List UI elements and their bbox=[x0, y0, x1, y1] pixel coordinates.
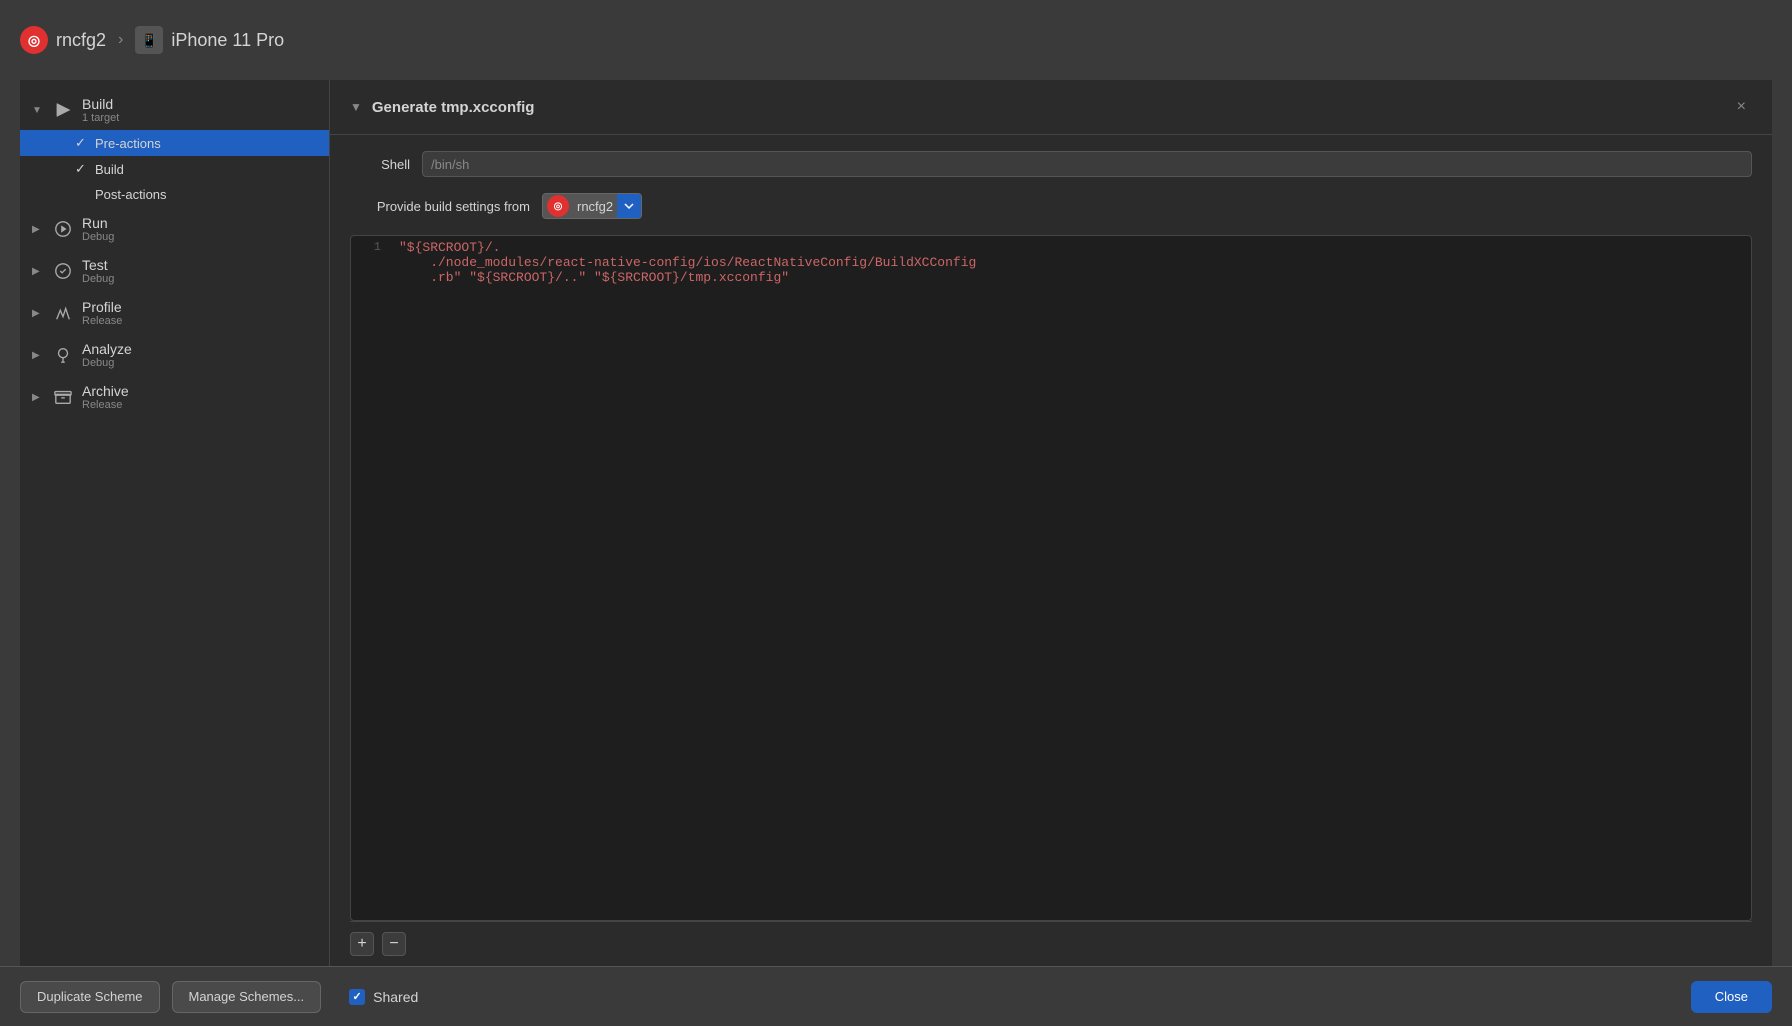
sidebar-item-test[interactable]: ▶ Test Debug bbox=[20, 251, 329, 291]
run-text: Run Debug bbox=[82, 215, 114, 243]
shared-label: Shared bbox=[373, 989, 418, 1005]
provide-label: Provide build settings from bbox=[350, 199, 530, 214]
main-area: ▼ Build 1 target ✓ Pre-actions bbox=[20, 80, 1772, 966]
code-content-1: "${SRCROOT}/. ./node_modules/react-nativ… bbox=[391, 236, 1751, 289]
project-icon: ◎ bbox=[20, 26, 48, 54]
analyze-text: Analyze Debug bbox=[82, 341, 132, 369]
archive-subtitle: Release bbox=[82, 399, 129, 411]
sidebar-item-profile[interactable]: ▶ Profile Release bbox=[20, 293, 329, 333]
shell-label: Shell bbox=[350, 157, 410, 172]
sidebar-group-profile: ▶ Profile Release bbox=[20, 293, 329, 333]
profile-icon bbox=[52, 302, 74, 324]
panel-title: Generate tmp.xcconfig bbox=[372, 99, 1721, 116]
sidebar-item-archive[interactable]: ▶ Archive Release bbox=[20, 377, 329, 417]
close-button[interactable]: Close bbox=[1691, 981, 1772, 1013]
sidebar-subitem-pre-actions[interactable]: ✓ Pre-actions bbox=[20, 130, 329, 156]
analyze-icon bbox=[52, 344, 74, 366]
collapse-arrow-run: ▶ bbox=[32, 224, 44, 235]
sidebar-item-run[interactable]: ▶ Run Debug bbox=[20, 209, 329, 249]
analyze-subtitle: Debug bbox=[82, 357, 132, 369]
panel-form: Shell Provide build settings from ◎ rncf… bbox=[330, 135, 1772, 235]
sidebar-item-analyze[interactable]: ▶ Analyze Debug bbox=[20, 335, 329, 375]
device-icon: 📱 bbox=[135, 26, 163, 54]
panel-close-button[interactable]: × bbox=[1731, 96, 1752, 118]
sidebar-subitem-post-actions[interactable]: Post-actions bbox=[20, 182, 329, 207]
sidebar-item-build[interactable]: ▼ Build 1 target bbox=[20, 90, 329, 130]
test-subtitle: Debug bbox=[82, 273, 114, 285]
sidebar-group-build: ▼ Build 1 target ✓ Pre-actions bbox=[20, 90, 329, 207]
post-actions-label: Post-actions bbox=[95, 187, 167, 202]
profile-subtitle: Release bbox=[82, 315, 122, 327]
project-name: rncfg2 bbox=[56, 30, 106, 51]
sidebar-group-test: ▶ Test Debug bbox=[20, 251, 329, 291]
shell-row: Shell bbox=[350, 151, 1752, 177]
sidebar-group-analyze: ▶ Analyze Debug bbox=[20, 335, 329, 375]
build-icon bbox=[52, 99, 74, 121]
build-subtitle: 1 target bbox=[82, 112, 119, 124]
content-panel: ▼ Generate tmp.xcconfig × Shell Provide … bbox=[330, 80, 1772, 966]
sidebar: ▼ Build 1 target ✓ Pre-actions bbox=[20, 80, 330, 966]
run-subtitle: Debug bbox=[82, 231, 114, 243]
build-text: Build 1 target bbox=[82, 96, 119, 124]
line-number-1: 1 bbox=[351, 236, 391, 258]
profile-title: Profile bbox=[82, 299, 122, 315]
test-text: Test Debug bbox=[82, 257, 114, 285]
shell-input[interactable] bbox=[422, 151, 1752, 177]
duplicate-scheme-button[interactable]: Duplicate Scheme bbox=[20, 981, 160, 1013]
code-editor[interactable]: 1 "${SRCROOT}/. ./node_modules/react-nat… bbox=[350, 235, 1752, 921]
sidebar-group-archive: ▶ Archive Release bbox=[20, 377, 329, 417]
build-subitem-label: Build bbox=[95, 162, 124, 177]
build-checkmark: ✓ bbox=[75, 161, 89, 177]
pre-actions-label: Pre-actions bbox=[95, 136, 161, 151]
collapse-arrow-test: ▶ bbox=[32, 266, 44, 277]
collapse-arrow-analyze: ▶ bbox=[32, 350, 44, 361]
code-line-1: 1 "${SRCROOT}/. ./node_modules/react-nat… bbox=[351, 236, 1751, 289]
profile-text: Profile Release bbox=[82, 299, 122, 327]
device-name: iPhone 11 Pro bbox=[171, 30, 284, 51]
top-bar: ◎ rncfg2 › 📱 iPhone 11 Pro bbox=[0, 0, 1792, 80]
sidebar-group-run: ▶ Run Debug bbox=[20, 209, 329, 249]
bottom-bar: Duplicate Scheme Manage Schemes... Share… bbox=[0, 966, 1792, 1026]
breadcrumb-chevron: › bbox=[118, 31, 123, 49]
panel-header: ▼ Generate tmp.xcconfig × bbox=[330, 80, 1772, 135]
sidebar-subitem-build[interactable]: ✓ Build bbox=[20, 156, 329, 182]
pre-actions-checkmark: ✓ bbox=[75, 135, 89, 151]
provide-row: Provide build settings from ◎ rncfg2 bbox=[350, 193, 1752, 219]
shared-section: Shared bbox=[349, 989, 418, 1005]
archive-title: Archive bbox=[82, 383, 129, 399]
archive-icon bbox=[52, 386, 74, 408]
remove-script-button[interactable]: − bbox=[382, 932, 406, 956]
build-title: Build bbox=[82, 96, 119, 112]
analyze-title: Analyze bbox=[82, 341, 132, 357]
target-dropdown[interactable]: ◎ rncfg2 bbox=[542, 193, 642, 219]
archive-text: Archive Release bbox=[82, 383, 129, 411]
collapse-arrow-profile: ▶ bbox=[32, 308, 44, 319]
target-name: rncfg2 bbox=[573, 199, 617, 214]
test-icon bbox=[52, 260, 74, 282]
panel-triangle-icon: ▼ bbox=[350, 100, 362, 114]
dropdown-arrow-icon bbox=[617, 194, 641, 218]
manage-schemes-button[interactable]: Manage Schemes... bbox=[172, 981, 322, 1013]
run-icon bbox=[52, 218, 74, 240]
add-script-button[interactable]: + bbox=[350, 932, 374, 956]
editor-footer: + − bbox=[330, 922, 1772, 966]
collapse-arrow-build: ▼ bbox=[32, 105, 44, 116]
collapse-arrow-archive: ▶ bbox=[32, 392, 44, 403]
shared-checkbox[interactable] bbox=[349, 989, 365, 1005]
target-icon: ◎ bbox=[547, 195, 569, 217]
test-title: Test bbox=[82, 257, 114, 273]
run-title: Run bbox=[82, 215, 114, 231]
